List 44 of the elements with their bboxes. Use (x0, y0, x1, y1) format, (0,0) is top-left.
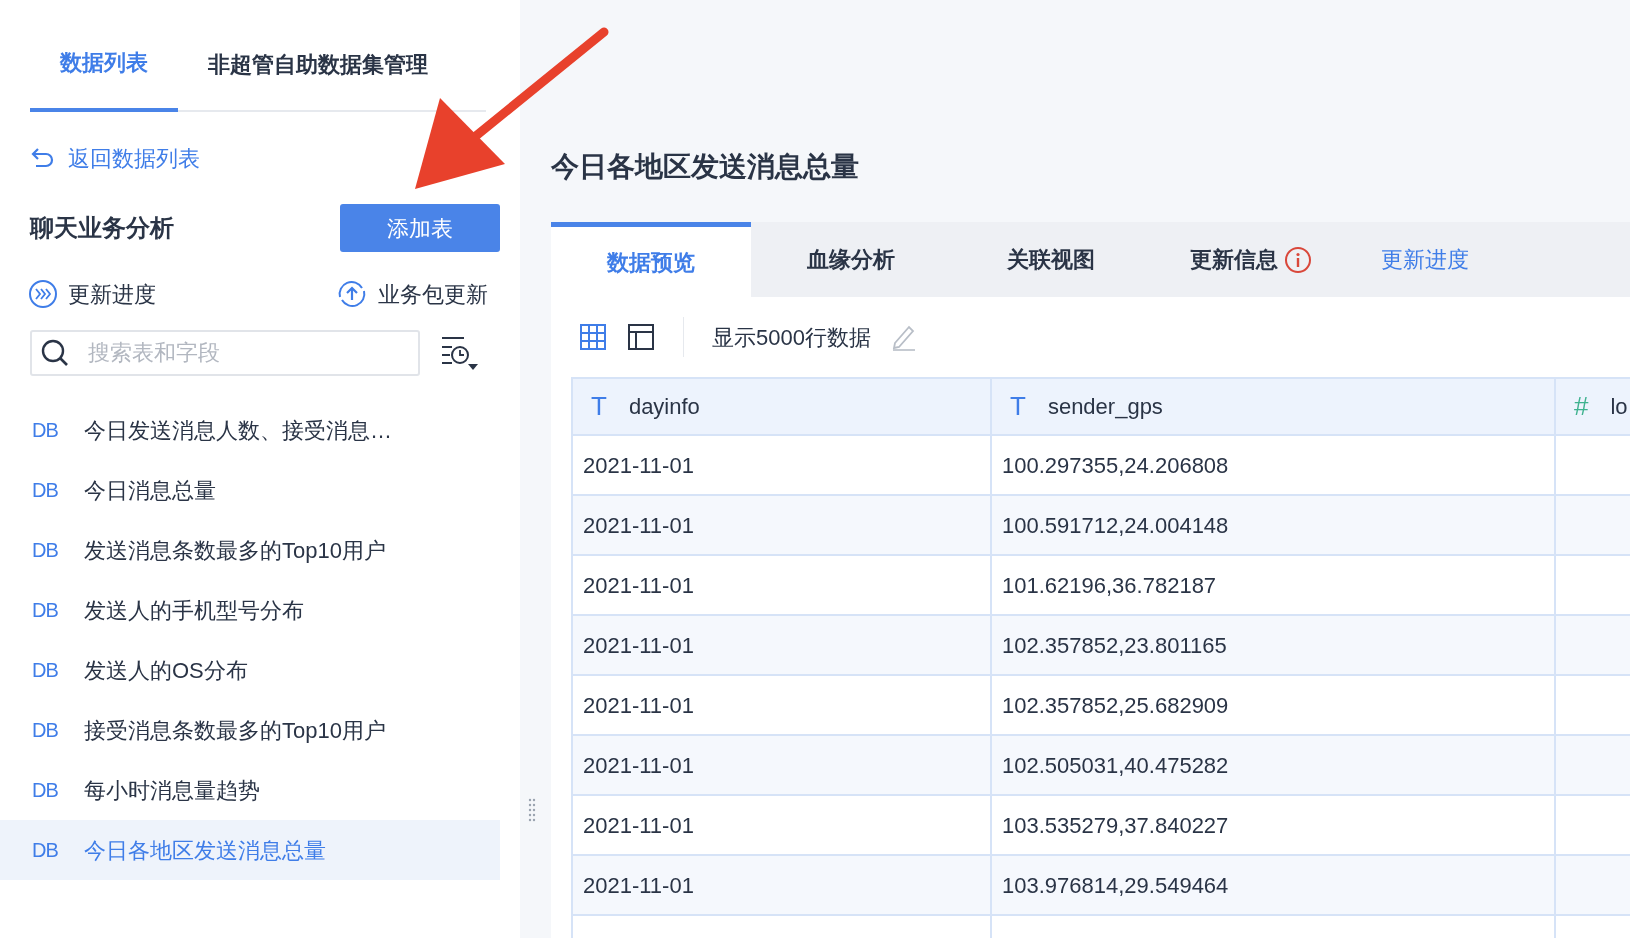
package-update-link[interactable]: 业务包更新 (378, 277, 488, 311)
type-icon: T (591, 387, 607, 426)
table-list-item[interactable]: DB 接受消息条数最多的Top10用户 (0, 700, 500, 760)
add-table-button[interactable]: 添加表 (340, 204, 500, 252)
table-list-item[interactable]: DB 今日各地区发送消息总量 (0, 820, 500, 880)
detail-tab[interactable]: 更新信息 (1151, 222, 1351, 297)
db-icon: DB (32, 775, 60, 805)
row-limit-label: 显示5000行数据 (712, 323, 871, 352)
db-icon: DB (32, 835, 60, 865)
progress-tab-link[interactable]: 更新进度 (1351, 222, 1499, 297)
table-list-item[interactable]: DB 发送人的OS分布 (0, 640, 500, 700)
table-list-item[interactable]: DB 发送消息条数最多的Top10用户 (0, 520, 500, 580)
nav-tab[interactable]: 数据列表 (30, 16, 178, 112)
filter-history-icon[interactable] (440, 335, 480, 371)
db-icon: DB (32, 655, 60, 685)
search-field[interactable]: 搜索表和字段 (30, 330, 420, 376)
table-list-item[interactable]: DB 发送人的手机型号分布 (0, 580, 500, 640)
db-icon: DB (32, 535, 60, 565)
grid-view-icon[interactable] (579, 323, 607, 351)
back-link[interactable]: 返回数据列表 (68, 141, 200, 175)
drag-handle[interactable] (528, 798, 536, 824)
layout-view-icon[interactable] (627, 323, 655, 351)
db-icon: DB (32, 715, 60, 745)
table-list-item[interactable]: DB 今日消息总量 (0, 460, 500, 520)
table-list-item[interactable]: DB 每小时消息量趋势 (0, 760, 500, 820)
back-icon[interactable] (30, 147, 56, 169)
db-icon: DB (32, 475, 60, 505)
table-cell: 2021-11-01 (573, 856, 992, 916)
upload-icon[interactable] (336, 279, 368, 309)
detail-title: 今日各地区发送消息总量 (551, 150, 860, 184)
search-icon (40, 338, 70, 368)
detail-tab[interactable]: 血缘分析 (751, 222, 951, 297)
detail-tab[interactable]: 数据预览 (551, 222, 751, 297)
progress-link[interactable]: 更新进度 (68, 277, 156, 311)
nav-tab[interactable]: 非超管自助数据集管理 (178, 16, 458, 112)
type-icon: # (1574, 387, 1589, 426)
table-cell: 103.976814,29.549464 (992, 856, 1556, 916)
package-title: 聊天业务分析 (30, 213, 174, 243)
db-icon: DB (32, 415, 60, 445)
detail-tab[interactable]: 关联视图 (951, 222, 1151, 297)
table-list-item[interactable]: DB 今日发送消息人数、接受消息… (0, 400, 500, 460)
type-icon: T (1010, 387, 1026, 426)
progress-icon[interactable] (28, 279, 58, 309)
db-icon: DB (32, 595, 60, 625)
